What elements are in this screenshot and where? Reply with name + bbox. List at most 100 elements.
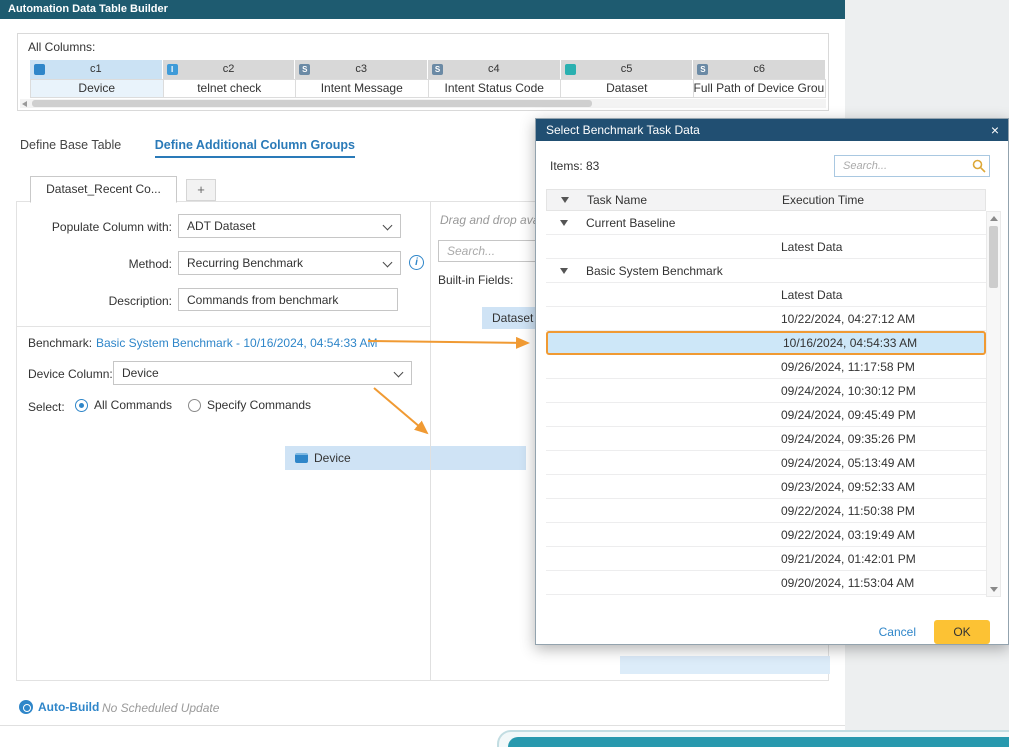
all-columns-header-row: c1Ic2Sc3Sc4c5Sc6 xyxy=(30,60,826,79)
radio-all-commands[interactable]: All Commands xyxy=(75,398,172,412)
vertical-scrollbar-thumb[interactable] xyxy=(989,226,998,288)
column-id: c2 xyxy=(223,63,235,75)
task-rows: Current BaselineLatest DataBasic System … xyxy=(546,211,986,595)
device-icon xyxy=(34,64,45,75)
column-id: c6 xyxy=(753,63,765,75)
tab-define-additional-column-groups[interactable]: Define Additional Column Groups xyxy=(155,138,355,158)
horizontal-scrollbar[interactable] xyxy=(20,99,826,108)
column-header-c5[interactable]: c5 xyxy=(561,60,694,79)
dialog-titlebar: Select Benchmark Task Data xyxy=(536,119,1008,141)
task-name-column-header[interactable]: Task Name xyxy=(587,193,782,207)
device-column-label: Device Column: xyxy=(28,367,113,381)
section-divider xyxy=(17,326,430,327)
execution-time-column-header[interactable]: Execution Time xyxy=(782,193,985,207)
auto-build-clock-icon xyxy=(19,700,33,714)
method-select[interactable]: Recurring Benchmark xyxy=(178,251,401,275)
close-icon[interactable]: × xyxy=(991,120,999,140)
execution-time-cell: 09/26/2024, 11:17:58 PM xyxy=(781,360,986,374)
task-data-row[interactable]: 10/16/2024, 04:54:33 AM xyxy=(546,331,986,355)
execution-time-cell: 09/20/2024, 11:53:04 AM xyxy=(781,576,986,590)
column-header-c2[interactable]: Ic2 xyxy=(163,60,296,79)
task-group-row[interactable]: Current Baseline xyxy=(546,211,986,235)
info-icon[interactable]: i xyxy=(409,255,424,270)
task-data-row[interactable]: Latest Data xyxy=(546,235,986,259)
device-chip-label: Device xyxy=(314,451,351,465)
column-name-c5[interactable]: Dataset xyxy=(561,79,694,98)
task-data-row[interactable]: Latest Data xyxy=(546,283,986,307)
tab-define-base-table[interactable]: Define Base Table xyxy=(20,138,121,156)
screen: Automation Data Table Builder All Column… xyxy=(0,0,1009,747)
device-column-value: Device xyxy=(122,366,159,380)
expanded-triangle-icon[interactable] xyxy=(560,220,568,226)
column-header-c1[interactable]: c1 xyxy=(30,60,163,79)
task-group-row[interactable]: Basic System Benchmark xyxy=(546,259,986,283)
panel-divider xyxy=(430,202,431,680)
task-data-row[interactable]: 09/24/2024, 10:30:12 PM xyxy=(546,379,986,403)
scroll-up-icon[interactable] xyxy=(990,216,998,221)
task-data-row[interactable]: 09/22/2024, 11:50:38 PM xyxy=(546,499,986,523)
execution-time-cell: 10/22/2024, 04:27:12 AM xyxy=(781,312,986,326)
task-data-row[interactable]: 09/26/2024, 11:17:58 PM xyxy=(546,355,986,379)
task-data-row[interactable]: 09/21/2024, 01:42:01 PM xyxy=(546,547,986,571)
task-name-cell: Basic System Benchmark xyxy=(586,264,781,278)
populate-column-select[interactable]: ADT Dataset xyxy=(178,214,401,238)
ok-button[interactable]: OK xyxy=(934,620,990,644)
benchmark-link[interactable]: Basic System Benchmark - 10/16/2024, 04:… xyxy=(96,336,377,350)
execution-time-cell: 09/24/2024, 05:13:49 AM xyxy=(781,456,986,470)
column-id: c5 xyxy=(621,63,633,75)
device-field-chip[interactable]: Device xyxy=(285,446,526,470)
column-id: c4 xyxy=(488,63,500,75)
task-data-row[interactable]: 09/23/2024, 09:52:33 AM xyxy=(546,475,986,499)
method-value: Recurring Benchmark xyxy=(187,256,303,270)
chevron-down-icon xyxy=(394,368,404,378)
tab-dataset-recent-column-group[interactable]: Dataset_Recent Co... xyxy=(30,176,177,203)
all-columns-value-row: Devicetelnet checkIntent MessageIntent S… xyxy=(30,79,826,98)
task-table-header: Task Name Execution Time xyxy=(546,189,986,211)
description-label: Description: xyxy=(20,294,172,308)
cancel-button[interactable]: Cancel xyxy=(879,625,916,639)
task-data-row[interactable]: 09/24/2024, 09:45:49 PM xyxy=(546,403,986,427)
horizontal-scrollbar-thumb[interactable] xyxy=(32,100,592,107)
column-header-c4[interactable]: Sc4 xyxy=(428,60,561,79)
collapse-all-cell[interactable] xyxy=(547,197,587,203)
column-name-c2[interactable]: telnet check xyxy=(164,79,297,98)
column-name-c4[interactable]: Intent Status Code xyxy=(429,79,562,98)
column-header-c6[interactable]: Sc6 xyxy=(693,60,826,79)
scroll-down-icon[interactable] xyxy=(990,587,998,592)
task-data-row[interactable]: 09/24/2024, 05:13:49 AM xyxy=(546,451,986,475)
search-icon[interactable] xyxy=(972,159,986,173)
execution-time-cell: 10/16/2024, 04:54:33 AM xyxy=(783,336,984,350)
column-name-c3[interactable]: Intent Message xyxy=(296,79,429,98)
scroll-left-icon[interactable] xyxy=(22,101,27,107)
execution-time-cell: 09/24/2024, 09:45:49 PM xyxy=(781,408,986,422)
task-data-row[interactable]: 09/22/2024, 03:19:49 AM xyxy=(546,523,986,547)
items-count: Items: 83 xyxy=(550,159,599,173)
task-data-row[interactable]: 09/20/2024, 11:53:04 AM xyxy=(546,571,986,595)
column-header-c3[interactable]: Sc3 xyxy=(295,60,428,79)
radio-specify-commands-label: Specify Commands xyxy=(207,398,311,412)
dialog-search-input[interactable] xyxy=(834,155,990,177)
letter-i-icon: I xyxy=(167,64,178,75)
dataset-icon xyxy=(565,64,576,75)
auto-build-link[interactable]: Auto-Build xyxy=(38,700,99,714)
chevron-down-icon xyxy=(383,258,393,268)
execution-time-cell: 09/22/2024, 03:19:49 AM xyxy=(781,528,986,542)
expanded-triangle-icon[interactable] xyxy=(560,268,568,274)
column-name-c6[interactable]: Full Path of Device Group xyxy=(694,79,827,98)
collapse-all-icon[interactable] xyxy=(561,197,569,203)
app-title: Automation Data Table Builder xyxy=(8,3,168,15)
description-input[interactable] xyxy=(178,288,398,311)
benchmark-label: Benchmark: xyxy=(28,336,92,350)
add-column-group-button[interactable]: + xyxy=(186,179,216,201)
vertical-scrollbar[interactable] xyxy=(986,211,1001,597)
populate-column-label: Populate Column with: xyxy=(20,220,172,234)
task-data-row[interactable]: 09/24/2024, 09:35:26 PM xyxy=(546,427,986,451)
execution-time-cell: Latest Data xyxy=(781,240,986,254)
radio-specify-commands[interactable]: Specify Commands xyxy=(188,398,311,412)
all-columns-table: c1Ic2Sc3Sc4c5Sc6 Devicetelnet checkInten… xyxy=(30,60,826,98)
device-column-select[interactable]: Device xyxy=(113,361,412,385)
task-data-row[interactable]: 10/22/2024, 04:27:12 AM xyxy=(546,307,986,331)
column-name-c1[interactable]: Device xyxy=(30,79,164,98)
execution-time-cell: 09/24/2024, 10:30:12 PM xyxy=(781,384,986,398)
dialog-title: Select Benchmark Task Data xyxy=(546,123,700,137)
